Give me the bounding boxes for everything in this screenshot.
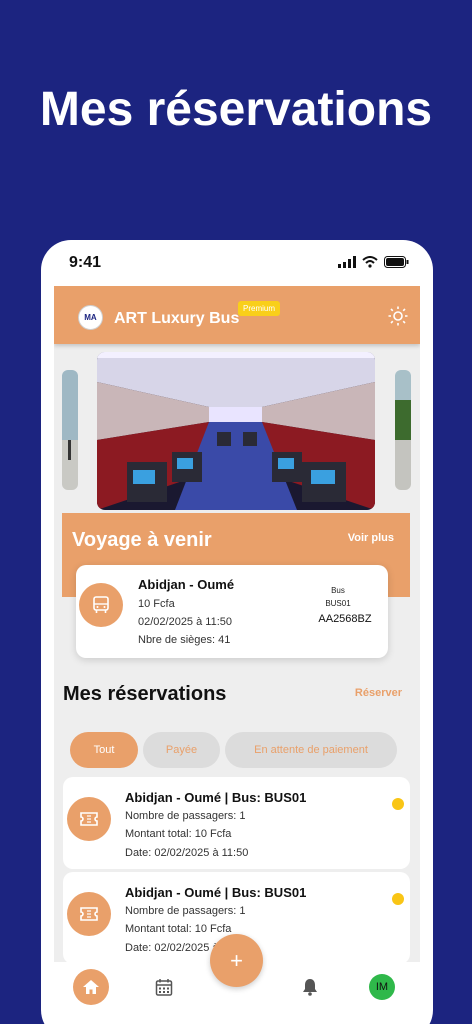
reservations-title: Mes réservations (63, 683, 227, 705)
bus-plate: AA2568BZ (318, 613, 372, 625)
bus-label: Bus (331, 586, 345, 595)
trip-datetime: 02/02/2025 à 11:50 (138, 616, 232, 628)
reservation-title: Abidjan - Oumé | Bus: BUS01 (125, 790, 307, 805)
phone-frame: 9:41 MA ART Luxury Bus Premium Voyage à … (41, 240, 433, 1024)
wifi-icon (362, 256, 378, 268)
avatar[interactable]: IM (369, 974, 395, 1000)
trip-price: 10 Fcfa (138, 598, 175, 610)
premium-badge: Premium (238, 301, 281, 316)
status-icons (338, 256, 409, 268)
battery-icon (384, 256, 409, 268)
company-logo: MA (78, 305, 103, 330)
add-reservation-button[interactable]: + (210, 934, 263, 987)
bus-code: BUS01 (325, 599, 351, 608)
filter-all[interactable]: Tout (70, 732, 138, 768)
app-screen: MA ART Luxury Bus Premium Voyage à venir… (54, 286, 420, 1024)
calendar-icon (155, 979, 173, 996)
ticket-icon (67, 797, 111, 841)
reservation-title: Abidjan - Oumé | Bus: BUS01 (125, 885, 307, 900)
trip-seats: Nbre de sièges: 41 (138, 634, 231, 646)
home-icon (83, 980, 99, 994)
book-link[interactable]: Réserver (355, 687, 402, 699)
see-more-link[interactable]: Voir plus (348, 532, 394, 544)
app-title: ART Luxury Bus (114, 310, 240, 327)
bell-icon (303, 979, 317, 996)
ticket-icon (67, 892, 111, 936)
upcoming-title: Voyage à venir (72, 529, 212, 551)
reservation-date: Date: 02/02/2025 à 11:50 (125, 847, 249, 859)
bus-interior-image[interactable] (97, 352, 375, 510)
promo-title: Mes réservations (39, 83, 433, 136)
upcoming-trip-card[interactable]: Abidjan - Oumé 10 Fcfa 02/02/2025 à 11:5… (76, 565, 388, 658)
carousel-next-image[interactable] (395, 370, 411, 490)
status-time: 9:41 (69, 254, 102, 271)
status-bar: 9:41 (41, 240, 433, 286)
filter-pending[interactable]: En attente de paiement (225, 732, 397, 768)
nav-home[interactable] (73, 969, 109, 1005)
pending-status-dot (392, 798, 404, 810)
reservation-passengers: Nombre de passagers: 1 (125, 810, 246, 822)
signal-icon (338, 256, 356, 268)
carousel-prev-image[interactable] (62, 370, 78, 490)
reservation-total: Montant total: 10 Fcfa (125, 923, 232, 935)
app-header: MA ART Luxury Bus Premium (54, 286, 420, 344)
pending-status-dot (392, 893, 404, 905)
sun-icon[interactable] (388, 306, 408, 326)
reservation-card[interactable]: Abidjan - Oumé | Bus: BUS01 Nombre de pa… (63, 777, 410, 869)
nav-notifications[interactable] (299, 976, 321, 998)
bus-icon (79, 583, 123, 627)
nav-calendar[interactable] (153, 976, 175, 998)
filter-paid[interactable]: Payée (143, 732, 220, 768)
reservation-passengers: Nombre de passagers: 1 (125, 905, 246, 917)
reservation-total: Montant total: 10 Fcfa (125, 828, 232, 840)
trip-route: Abidjan - Oumé (138, 577, 235, 592)
